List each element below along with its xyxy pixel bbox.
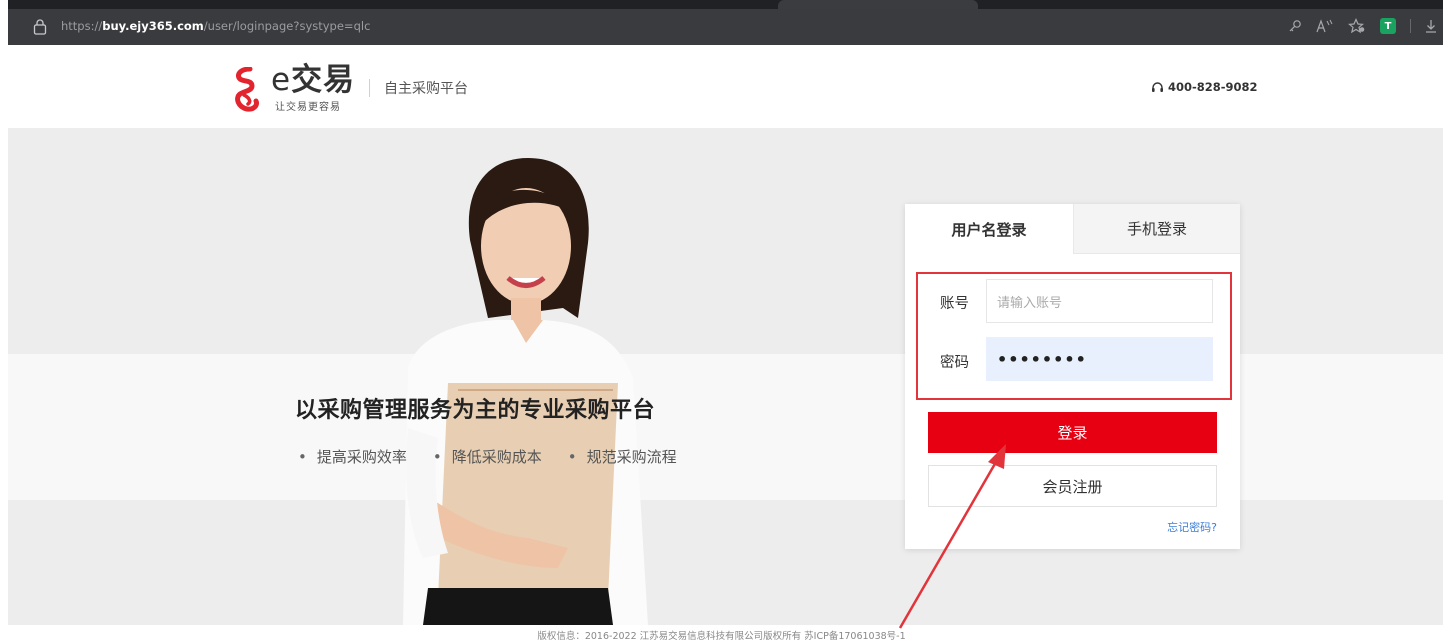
hero-bullet: 降低采购成本 (433, 446, 542, 467)
hero-slogan: 以采购管理服务为主的专业采购平台 (295, 398, 656, 423)
download-icon[interactable] (1425, 19, 1437, 33)
logo-text[interactable]: e交易 (271, 62, 355, 98)
site-header: e交易 让交易更容易 自主采购平台 400-828-9082 (0, 45, 1443, 128)
footer-copyright: 版权信息：2016-2022 江苏易交易信息科技有限公司版权所有 苏ICP备17… (537, 631, 906, 642)
toolbar-icons: T (1288, 17, 1437, 35)
hotline: 400-828-9082 (1151, 80, 1258, 94)
login-tabs: 用户名登录 手机登录 (905, 204, 1240, 254)
logo-letter: e (271, 62, 292, 98)
headset-icon (1152, 81, 1163, 92)
account-input[interactable]: 请输入账号 (986, 279, 1213, 323)
platform-name: 自主采购平台 (384, 81, 468, 97)
page: https://buy.ejy365.com/user/loginpage?sy… (0, 0, 1443, 643)
toolbar-divider (1410, 19, 1411, 33)
read-aloud-icon[interactable] (1316, 19, 1334, 33)
logo-mark-icon (235, 67, 259, 112)
browser-toolbar: https://buy.ejy365.com/user/loginpage?sy… (8, 0, 1443, 45)
login-button[interactable]: 登录 (928, 412, 1217, 453)
url-domain: buy.ejy365.com (102, 19, 204, 33)
hotline-number: 400-828-9082 (1168, 80, 1258, 94)
password-label: 密码 (940, 355, 969, 371)
register-button[interactable]: 会员注册 (928, 465, 1217, 507)
login-panel: 用户名登录 手机登录 账号 请输入账号 密码 •••••••• 登录 会员注册 … (905, 204, 1240, 549)
forgot-password-link[interactable]: 忘记密码? (1167, 519, 1217, 535)
account-label: 账号 (940, 296, 969, 312)
favorite-icon[interactable] (1348, 18, 1366, 34)
browser-tab[interactable] (778, 0, 978, 9)
key-icon[interactable] (1288, 19, 1302, 33)
url-path: /user/loginpage?systype=qlc (203, 19, 371, 33)
hero-bullet: 提高采购效率 (298, 446, 407, 467)
site-info-icon[interactable] (33, 19, 47, 35)
logo-word: 交易 (291, 62, 356, 98)
header-divider (369, 79, 370, 97)
extension-t-icon[interactable]: T (1380, 18, 1396, 34)
password-input[interactable]: •••••••• (986, 337, 1213, 381)
url-text[interactable]: https://buy.ejy365.com/user/loginpage?sy… (61, 18, 370, 34)
hero-bullet-list: 提高采购效率 降低采购成本 规范采购流程 (298, 446, 677, 467)
url-prefix: https:// (61, 19, 103, 33)
tab-strip (8, 0, 1443, 9)
logo-slogan: 让交易更容易 (275, 102, 341, 113)
hero-bullet: 规范采购流程 (568, 446, 677, 467)
tab-phone-login[interactable]: 手机登录 (1073, 204, 1240, 254)
tab-username-login[interactable]: 用户名登录 (905, 204, 1073, 254)
